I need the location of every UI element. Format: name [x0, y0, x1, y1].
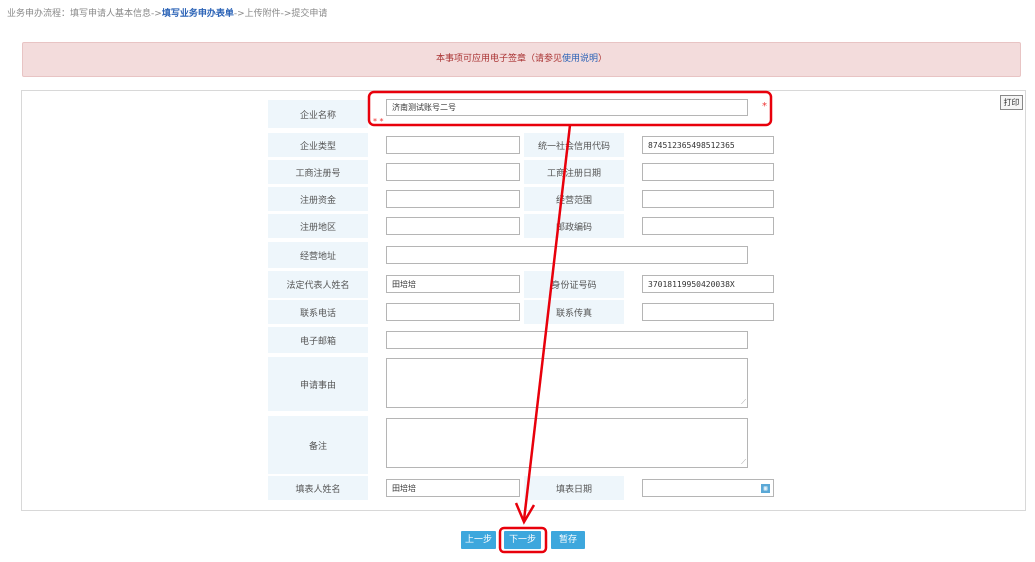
annotation-box-company-name: [367, 90, 773, 127]
annotation-arrow-line: [522, 124, 572, 521]
annotation-overlay: [367, 90, 773, 554]
annotation-box-next-button: [498, 526, 548, 554]
